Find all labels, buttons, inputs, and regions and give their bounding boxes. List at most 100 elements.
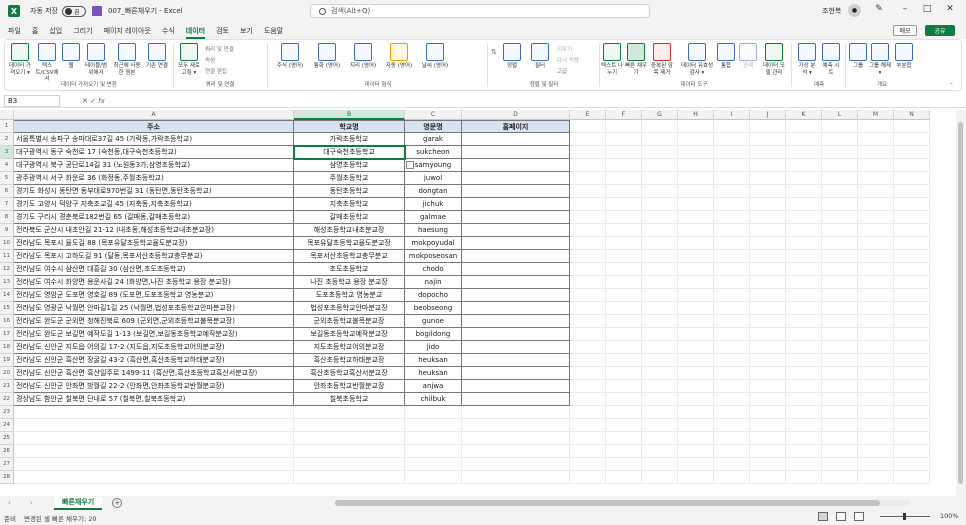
relationships-button[interactable]: 관계 [739, 43, 757, 70]
grid-cell[interactable] [786, 289, 822, 302]
address-cell[interactable]: 전라남도 목포시 고하도길 91 (달동,목포서산초등학교충무분교) [14, 250, 294, 263]
grid-cell[interactable] [894, 263, 930, 276]
column-header[interactable]: D [462, 110, 570, 120]
grid-cell[interactable] [606, 393, 642, 406]
grid-cell[interactable] [570, 406, 606, 419]
grid-cell[interactable] [858, 146, 894, 159]
grid-cell[interactable] [786, 419, 822, 432]
close-icon[interactable]: ✕ [943, 4, 957, 14]
grid-cell[interactable] [606, 471, 642, 484]
grid-cell[interactable] [570, 315, 606, 328]
grid-cell[interactable] [786, 250, 822, 263]
english-name-cell[interactable]: haesung [405, 224, 462, 237]
name-box[interactable]: B3 [4, 94, 60, 107]
grid-cell[interactable] [606, 419, 642, 432]
grid-cell[interactable] [294, 471, 405, 484]
grid-cell[interactable] [405, 445, 462, 458]
grid-cell[interactable] [750, 237, 786, 250]
school-name-cell[interactable]: 갈매초등학교 [294, 211, 405, 224]
text-to-columns-button[interactable]: 텍스트 나누기 [601, 43, 623, 76]
grid-cell[interactable] [570, 237, 606, 250]
grid-cell[interactable] [894, 380, 930, 393]
grid-cell[interactable] [750, 172, 786, 185]
grid-cell[interactable] [678, 380, 714, 393]
row-header[interactable]: 28 [0, 471, 14, 484]
grid-cell[interactable] [894, 185, 930, 198]
homepage-cell[interactable] [462, 302, 570, 315]
grid-cell[interactable] [570, 198, 606, 211]
homepage-cell[interactable] [462, 393, 570, 406]
grid-cell[interactable] [714, 159, 750, 172]
grid-cell[interactable] [894, 406, 930, 419]
menu-tab[interactable]: 그리기 [73, 26, 92, 36]
grid-cell[interactable] [642, 159, 678, 172]
row-header[interactable]: 21 [0, 380, 14, 393]
row-header[interactable]: 14 [0, 289, 14, 302]
grid-cell[interactable] [606, 172, 642, 185]
row-header[interactable]: 5 [0, 172, 14, 185]
address-cell[interactable]: 대구광역시 북구 공단로14길 31 (노원동3가,삼영초등학교) [14, 159, 294, 172]
grid-cell[interactable] [750, 328, 786, 341]
data-validation-button[interactable]: 데이터 유효성 검사 ▾ [679, 43, 715, 76]
grid-cell[interactable] [786, 432, 822, 445]
grid-cell[interactable] [570, 172, 606, 185]
grid-cell[interactable] [786, 146, 822, 159]
flash-fill-button[interactable]: 빠른 채우기 [625, 43, 647, 76]
restore-icon[interactable]: □ [920, 4, 934, 14]
grid-cell[interactable] [822, 445, 858, 458]
row-header[interactable]: 16 [0, 315, 14, 328]
school-name-cell[interactable]: 해성초등학교내초분교장 [294, 224, 405, 237]
grid-cell[interactable] [642, 380, 678, 393]
grid-cell[interactable] [14, 471, 294, 484]
grid-cell[interactable] [678, 419, 714, 432]
properties-button[interactable]: 속성 [205, 56, 215, 64]
address-cell[interactable]: 광주광역시 서구 화운로 36 (화정동,주월초등학교) [14, 172, 294, 185]
consolidate-button[interactable]: 통합 [717, 43, 735, 70]
address-cell[interactable]: 경기도 화성시 동탄면 동부대로970번길 31 (동탄면,동탄초등학교) [14, 185, 294, 198]
column-header[interactable]: B [294, 110, 405, 120]
table-header-cell[interactable]: 학교명 [294, 120, 405, 133]
grid-cell[interactable] [606, 211, 642, 224]
grid-cell[interactable] [405, 432, 462, 445]
address-cell[interactable]: 전라남도 완도군 군외면 청해진북로 609 (군외면,군외초등학교불목분교장) [14, 315, 294, 328]
grid-cell[interactable] [642, 120, 678, 133]
grid-cell[interactable] [894, 276, 930, 289]
grid-cell[interactable] [750, 406, 786, 419]
grid-cell[interactable] [786, 380, 822, 393]
grid-cell[interactable] [606, 133, 642, 146]
grid-cell[interactable] [786, 445, 822, 458]
remove-duplicates-button[interactable]: 중복된 항목 제거 [649, 43, 675, 76]
row-header[interactable]: 12 [0, 263, 14, 276]
school-name-cell[interactable]: 나진 초등학교 용장 분교장 [294, 276, 405, 289]
grid-cell[interactable] [606, 367, 642, 380]
grid-cell[interactable] [606, 406, 642, 419]
grid-cell[interactable] [642, 315, 678, 328]
grid-cell[interactable] [570, 445, 606, 458]
grid-cell[interactable] [678, 263, 714, 276]
grid-cell[interactable] [858, 328, 894, 341]
existing-connections-button[interactable]: 기존 연결 [145, 43, 169, 70]
school-name-cell[interactable]: 삼영초등학교 [294, 159, 405, 172]
grid-cell[interactable] [858, 406, 894, 419]
grid-cell[interactable] [570, 354, 606, 367]
grid-cell[interactable] [570, 224, 606, 237]
row-header[interactable]: 24 [0, 419, 14, 432]
school-name-cell[interactable]: 지축초등학교 [294, 198, 405, 211]
grid-cell[interactable] [894, 393, 930, 406]
grid-cell[interactable] [678, 159, 714, 172]
row-header[interactable]: 27 [0, 458, 14, 471]
grid-cell[interactable] [858, 120, 894, 133]
grid-cell[interactable] [750, 341, 786, 354]
edit-links-button[interactable]: 연결 편집 [205, 67, 227, 75]
grid-cell[interactable] [750, 419, 786, 432]
grid-cell[interactable] [858, 419, 894, 432]
homepage-cell[interactable] [462, 133, 570, 146]
grid-cell[interactable] [14, 445, 294, 458]
grid-cell[interactable] [462, 419, 570, 432]
grid-cell[interactable] [678, 367, 714, 380]
grid-cell[interactable] [714, 458, 750, 471]
grid-cell[interactable] [714, 445, 750, 458]
page-layout-view-icon[interactable] [836, 512, 846, 521]
address-cell[interactable]: 경기도 고양시 덕양구 지축조교길 45 (지축동,지축초등학교) [14, 198, 294, 211]
grid-cell[interactable] [678, 250, 714, 263]
